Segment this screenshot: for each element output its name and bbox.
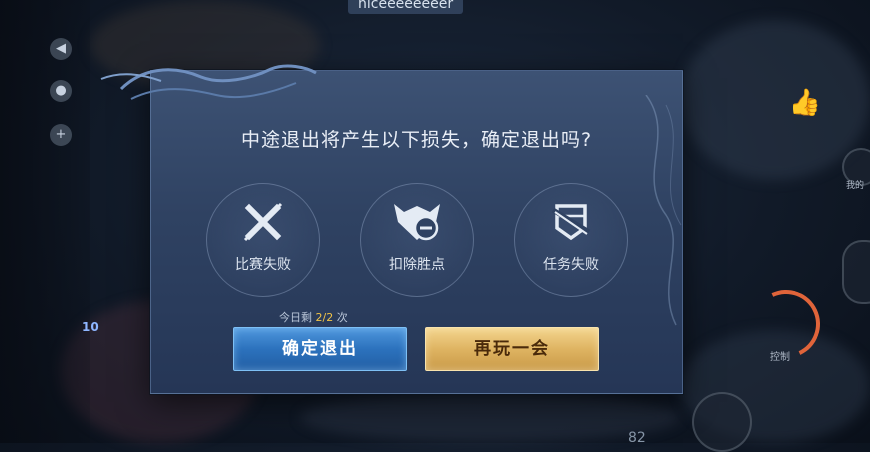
remaining-prefix: 今日剩	[279, 311, 312, 324]
option-label: 任务失败	[543, 257, 599, 273]
exit-confirm-dialog: 中途退出将产生以下损失，确定退出吗? 比赛失败 扣除胜点 任务失败 今日剩 2/…	[100, 64, 683, 394]
speaker-icon[interactable]: ◀	[50, 38, 72, 60]
add-icon[interactable]: +	[50, 124, 72, 146]
loss-item-match-fail: 比赛失败	[206, 183, 320, 297]
badge-minus-icon	[394, 204, 440, 241]
option-label: 比赛失败	[235, 257, 291, 273]
loss-item-deduct-points: 扣除胜点	[360, 183, 474, 297]
dialog-title: 中途退出将产生以下损失，确定退出吗?	[240, 129, 593, 151]
remaining-suffix: 次	[336, 311, 348, 324]
level-badge: 10	[82, 320, 99, 334]
bottom-number: 82	[628, 430, 646, 446]
thumbs-up-icon[interactable]: 👍	[786, 84, 824, 122]
keep-playing-button[interactable]: 再玩一会	[425, 327, 599, 371]
control-label: 控制	[770, 352, 790, 363]
loss-item-task-fail: 任务失败	[514, 183, 628, 297]
remaining-value: 2/2	[315, 311, 334, 324]
microphone-icon[interactable]: ●	[50, 80, 72, 102]
attack-button[interactable]	[692, 392, 752, 452]
scene-blob	[680, 20, 870, 180]
broken-shield-icon	[551, 204, 591, 241]
remaining-count: 今日剩 2/2 次	[279, 309, 348, 325]
player-name-tag: niceeeeeeeer	[348, 0, 464, 14]
scene-blob	[300, 392, 680, 443]
option-label: 扣除胜点	[389, 257, 445, 273]
confirm-exit-button[interactable]: 确定退出	[233, 327, 407, 371]
cloud-ornament-icon	[100, 64, 317, 100]
left-sidebar	[0, 0, 90, 443]
skill-button[interactable]	[842, 240, 870, 304]
right-side-label: 我的	[846, 181, 865, 191]
cross-icon	[243, 202, 283, 242]
